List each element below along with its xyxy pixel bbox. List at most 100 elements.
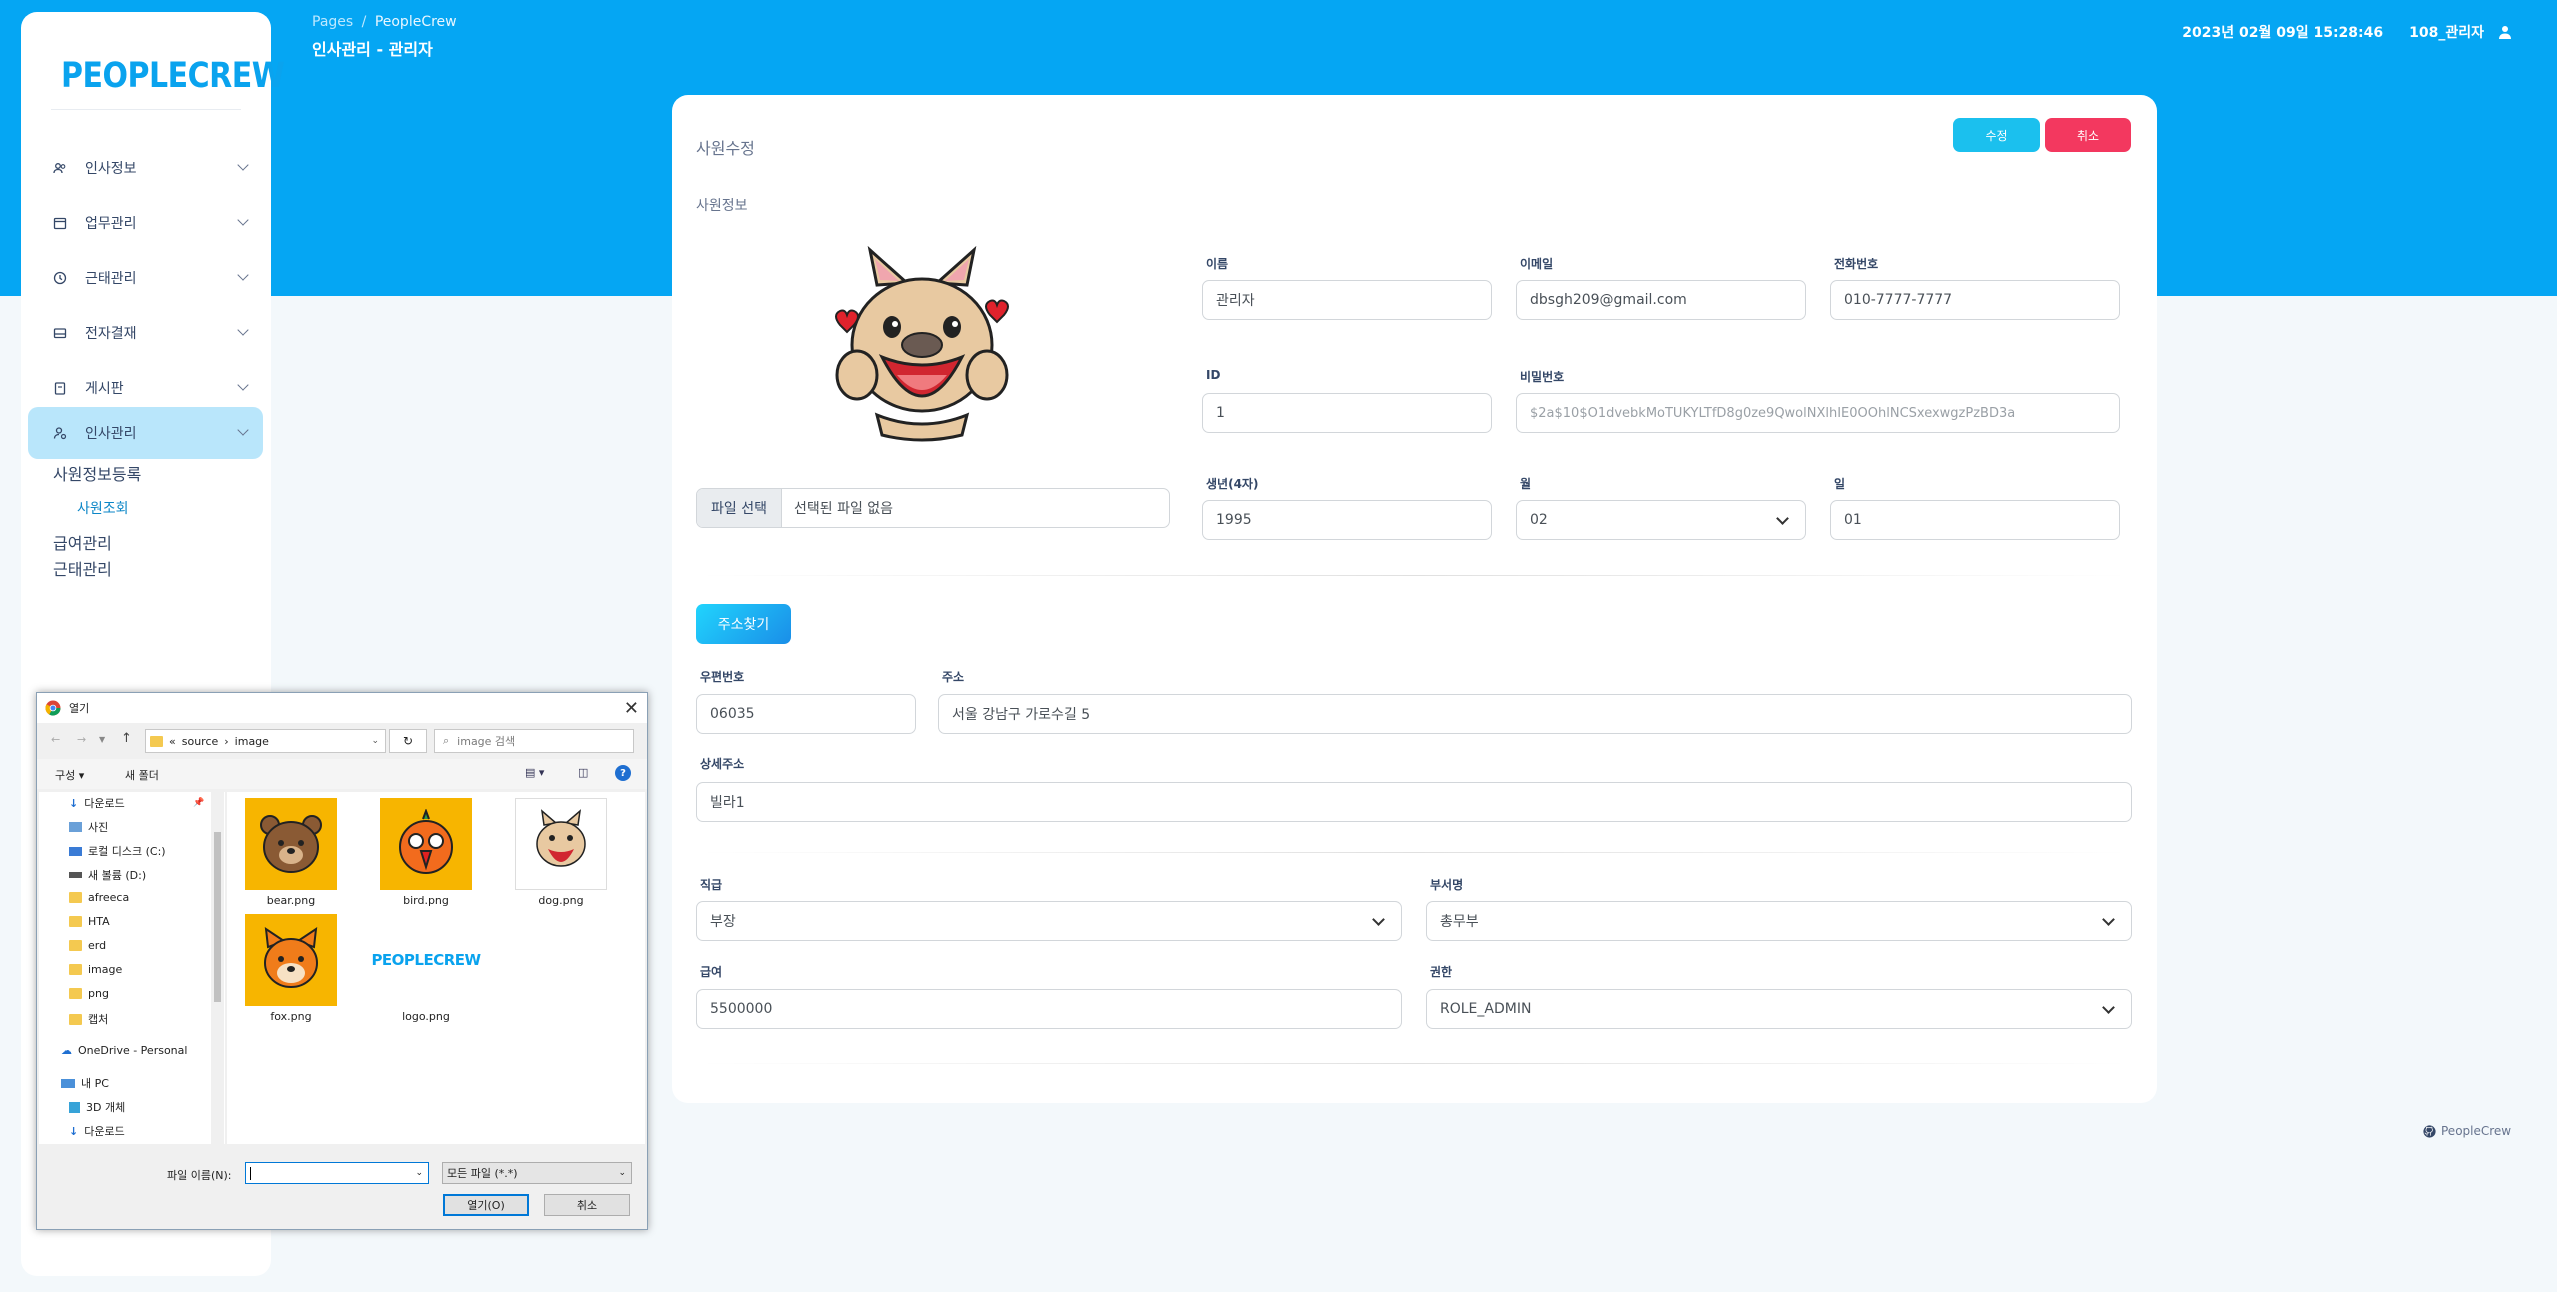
- password-field[interactable]: $2a$10$O1dvebkMoTUKYLTfD8g0ze9QwolNXlhIE…: [1516, 393, 2120, 433]
- file-name[interactable]: bear.png: [231, 894, 351, 907]
- salary-field[interactable]: 5500000: [696, 989, 1402, 1029]
- sublink-attendance[interactable]: 근태관리: [53, 556, 112, 580]
- dialog-titlebar[interactable]: 열기 ✕: [37, 693, 647, 723]
- cancel-button[interactable]: 취소: [2045, 118, 2131, 152]
- id-field[interactable]: 1: [1202, 393, 1492, 433]
- tree-item[interactable]: 사진: [69, 819, 108, 835]
- dialog-cancel-button[interactable]: 취소: [544, 1194, 630, 1216]
- sidebar-item-approval[interactable]: 전자결재: [28, 307, 263, 359]
- file-thumb-logo[interactable]: PEOPLECREW: [371, 914, 481, 1006]
- fox-image: [264, 926, 318, 988]
- open-button[interactable]: 열기(O): [443, 1194, 529, 1216]
- refresh-icon[interactable]: ↻: [389, 729, 427, 753]
- breadcrumb: Pages / PeopleCrew: [312, 14, 457, 30]
- filename-input[interactable]: ⌄: [245, 1162, 429, 1184]
- path-segment[interactable]: source: [182, 735, 219, 748]
- breadcrumb-pages[interactable]: Pages: [312, 14, 353, 30]
- role-select[interactable]: ROLE_ADMIN: [1426, 989, 2132, 1029]
- zipcode-label: 우편번호: [700, 670, 745, 684]
- user-name[interactable]: 108_관리자: [2409, 22, 2484, 42]
- file-name[interactable]: dog.png: [501, 894, 621, 907]
- sidebar-item-label: 근태관리: [85, 271, 137, 287]
- phone-label: 전화번호: [1834, 257, 1879, 271]
- pin-icon: 📌: [193, 798, 205, 808]
- file-input[interactable]: 파일 선택 선택된 파일 없음: [696, 488, 1170, 528]
- birth-year-field[interactable]: 1995: [1202, 500, 1492, 540]
- footer-text[interactable]: PeopleCrew: [2441, 1124, 2511, 1138]
- help-icon[interactable]: ?: [615, 765, 631, 781]
- sidebar-item-attendance[interactable]: 근태관리: [28, 252, 263, 304]
- department-value: 총무부: [1440, 914, 1479, 930]
- tree-scrollbar[interactable]: [211, 792, 224, 1144]
- sublink-employee-search[interactable]: 사원조회: [77, 498, 129, 518]
- chevron-down-icon: [237, 159, 249, 171]
- github-icon[interactable]: [2423, 1124, 2436, 1138]
- path-segment[interactable]: image: [235, 735, 269, 748]
- forward-arrow-icon[interactable]: →: [77, 733, 86, 746]
- folder-icon: [69, 988, 82, 999]
- sublink-employee-register[interactable]: 사원정보등록: [53, 461, 141, 485]
- up-arrow-icon[interactable]: ↑: [121, 731, 132, 746]
- new-folder-button[interactable]: 새 폴더: [125, 767, 159, 783]
- month-select[interactable]: 02: [1516, 500, 1806, 540]
- chevron-down-icon[interactable]: ⌄: [415, 1168, 423, 1178]
- detail-address-field[interactable]: 빌라1: [696, 782, 2132, 822]
- file-thumb-bird[interactable]: [380, 798, 472, 890]
- tree-item[interactable]: ↓ 다운로드 📌: [69, 795, 204, 811]
- calendar-icon: [53, 217, 67, 230]
- file-thumb-dog[interactable]: [515, 798, 607, 890]
- chevron-down-icon: [237, 379, 249, 391]
- email-field[interactable]: dbsgh209@gmail.com: [1516, 280, 1806, 320]
- tree-item[interactable]: image: [69, 963, 122, 976]
- sublink-salary[interactable]: 급여관리: [53, 530, 112, 554]
- sidebar-item-hr-info[interactable]: 인사정보: [28, 142, 263, 194]
- department-select[interactable]: 총무부: [1426, 901, 2132, 941]
- file-name[interactable]: fox.png: [231, 1010, 351, 1023]
- department-label: 부서명: [1430, 878, 1464, 892]
- sidebar-item-work[interactable]: 업무관리: [28, 197, 263, 249]
- sidebar-item-hr-management[interactable]: 인사관리: [28, 407, 263, 459]
- tree-item[interactable]: ☁ OneDrive - Personal: [61, 1044, 187, 1057]
- chevron-down-icon[interactable]: ⌄: [371, 736, 379, 746]
- view-options-icon[interactable]: ▤ ▾: [525, 766, 544, 779]
- back-arrow-icon[interactable]: ←: [51, 733, 60, 746]
- user-icon[interactable]: [2498, 25, 2512, 39]
- organize-button[interactable]: 구성 ▾: [55, 767, 84, 783]
- find-address-button[interactable]: 주소찾기: [696, 604, 791, 644]
- tree-item[interactable]: 내 PC: [61, 1075, 109, 1091]
- save-button[interactable]: 수정: [1953, 118, 2040, 152]
- tree-item[interactable]: png: [69, 987, 109, 1000]
- address-field[interactable]: 서울 강남구 가로수길 5: [938, 694, 2132, 734]
- tree-item[interactable]: ↓ 다운로드: [69, 1123, 125, 1139]
- file-name[interactable]: logo.png: [366, 1010, 486, 1023]
- scrollbar-thumb[interactable]: [214, 832, 221, 1002]
- address-bar[interactable]: « source › image ⌄: [145, 729, 386, 753]
- close-icon[interactable]: ✕: [624, 698, 639, 719]
- search-input[interactable]: ⌕ image 검색: [434, 729, 634, 753]
- day-field[interactable]: 01: [1830, 500, 2120, 540]
- id-label: ID: [1206, 368, 1221, 382]
- chevron-down-icon[interactable]: ▼: [99, 735, 105, 744]
- tree-item[interactable]: 3D 개체: [69, 1099, 125, 1115]
- name-field[interactable]: 관리자: [1202, 280, 1492, 320]
- file-name[interactable]: bird.png: [366, 894, 486, 907]
- tree-item[interactable]: HTA: [69, 915, 110, 928]
- tree-item[interactable]: 로컬 디스크 (C:): [69, 843, 166, 859]
- app-logo[interactable]: PEOPLECREW: [61, 56, 285, 96]
- clipboard-icon: [54, 382, 66, 395]
- file-select-button[interactable]: 파일 선택: [697, 489, 782, 527]
- address-label: 주소: [942, 670, 965, 684]
- tree-item[interactable]: afreeca: [69, 891, 129, 904]
- tree-item[interactable]: erd: [69, 939, 106, 952]
- preview-pane-icon[interactable]: ◫: [578, 766, 588, 779]
- file-thumb-fox[interactable]: [245, 914, 337, 1006]
- file-open-dialog: 열기 ✕ ← → ▼ ↑ « source › image ⌄ ↻ ⌕ imag…: [36, 692, 648, 1230]
- path-prefix: «: [169, 734, 176, 748]
- tree-item[interactable]: 캡처: [69, 1011, 108, 1027]
- file-thumb-bear[interactable]: [245, 798, 337, 890]
- tree-item[interactable]: 새 볼륨 (D:): [69, 867, 146, 883]
- filetype-select[interactable]: 모든 파일 (*.*) ⌄: [442, 1162, 632, 1184]
- phone-field[interactable]: 010-7777-7777: [1830, 280, 2120, 320]
- zipcode-field[interactable]: 06035: [696, 694, 916, 734]
- position-select[interactable]: 부장: [696, 901, 1402, 941]
